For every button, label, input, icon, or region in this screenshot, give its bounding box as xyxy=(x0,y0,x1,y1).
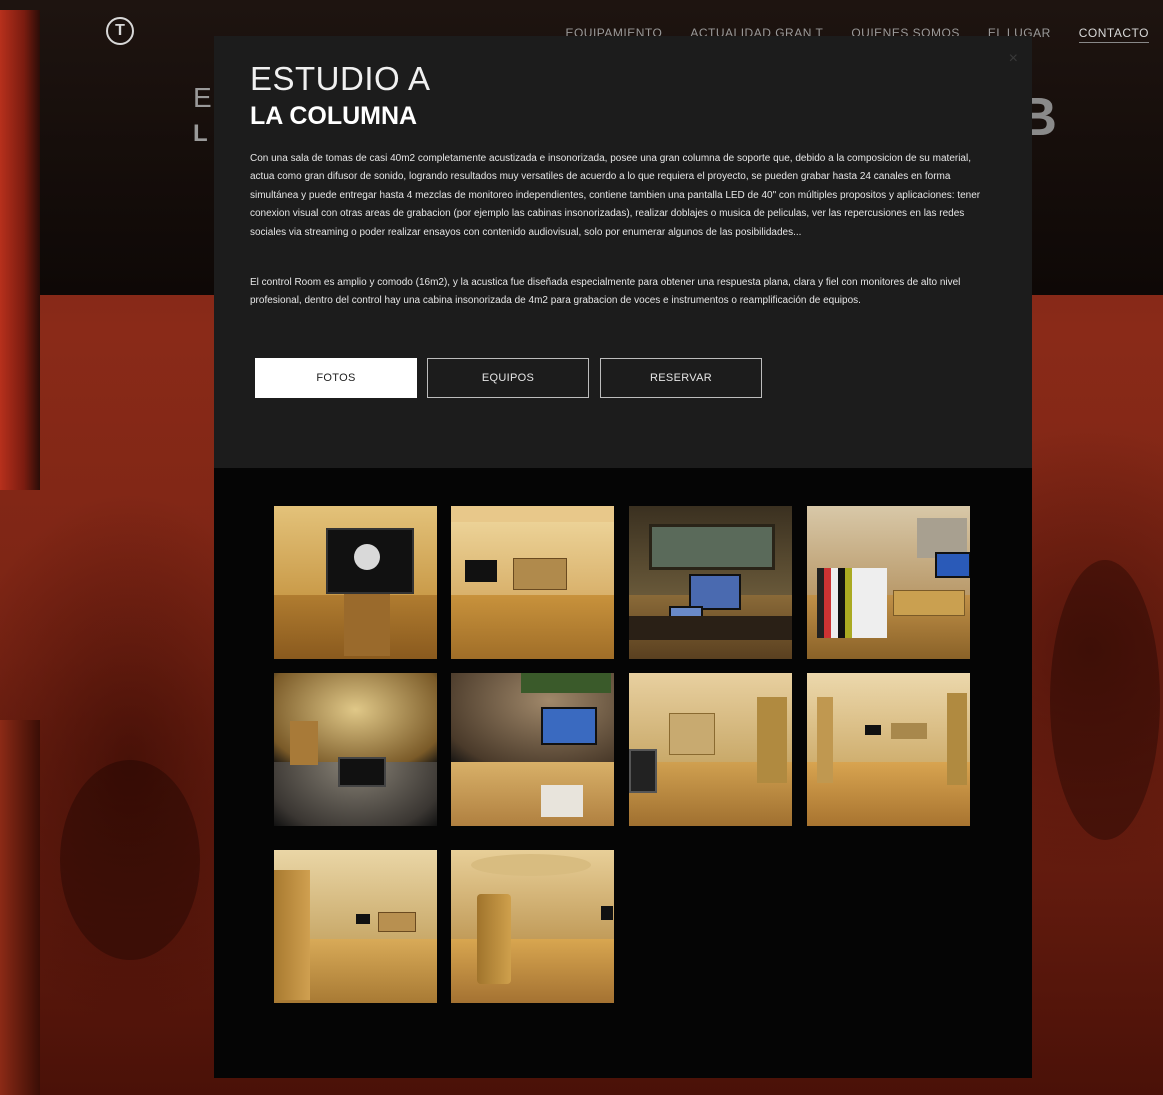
studio-description: Con una sala de tomas de casi 40m2 compl… xyxy=(250,153,981,238)
close-icon[interactable]: × xyxy=(1009,50,1018,68)
reservar-button[interactable]: RESERVAR xyxy=(600,358,762,398)
modal-subtitle: LA COLUMNA xyxy=(250,102,418,130)
nav-item-contacto[interactable]: CONTACTO xyxy=(1078,26,1149,43)
gallery-photo[interactable] xyxy=(274,850,437,1003)
control-room-description: El control Room es amplio y comodo (16m2… xyxy=(250,277,961,307)
fotos-button[interactable]: FOTOS xyxy=(255,358,417,398)
gallery-photo[interactable] xyxy=(451,673,614,826)
photo-gallery xyxy=(214,468,1032,1078)
background-heading: E L xyxy=(193,82,212,147)
gallery-photo[interactable] xyxy=(451,506,614,659)
gallery-photo[interactable] xyxy=(451,850,614,1003)
gallery-photo[interactable] xyxy=(274,506,437,659)
studio-modal: × ESTUDIO A LA COLUMNA Con una sala de t… xyxy=(214,36,1032,468)
gallery-photo[interactable] xyxy=(629,506,792,659)
background-left-panel-lower xyxy=(0,720,40,1095)
equipos-button[interactable]: EQUIPOS xyxy=(427,358,589,398)
gallery-photo[interactable] xyxy=(629,673,792,826)
gallery-photo[interactable] xyxy=(274,673,437,826)
background-blur-shape xyxy=(60,760,200,960)
background-blur-shape xyxy=(1050,560,1160,840)
background-left-panel xyxy=(0,10,40,490)
modal-title: ESTUDIO A xyxy=(250,60,431,97)
gallery-photo[interactable] xyxy=(807,506,970,659)
gallery-photo[interactable] xyxy=(807,673,970,826)
site-logo-icon[interactable]: T xyxy=(106,17,134,45)
